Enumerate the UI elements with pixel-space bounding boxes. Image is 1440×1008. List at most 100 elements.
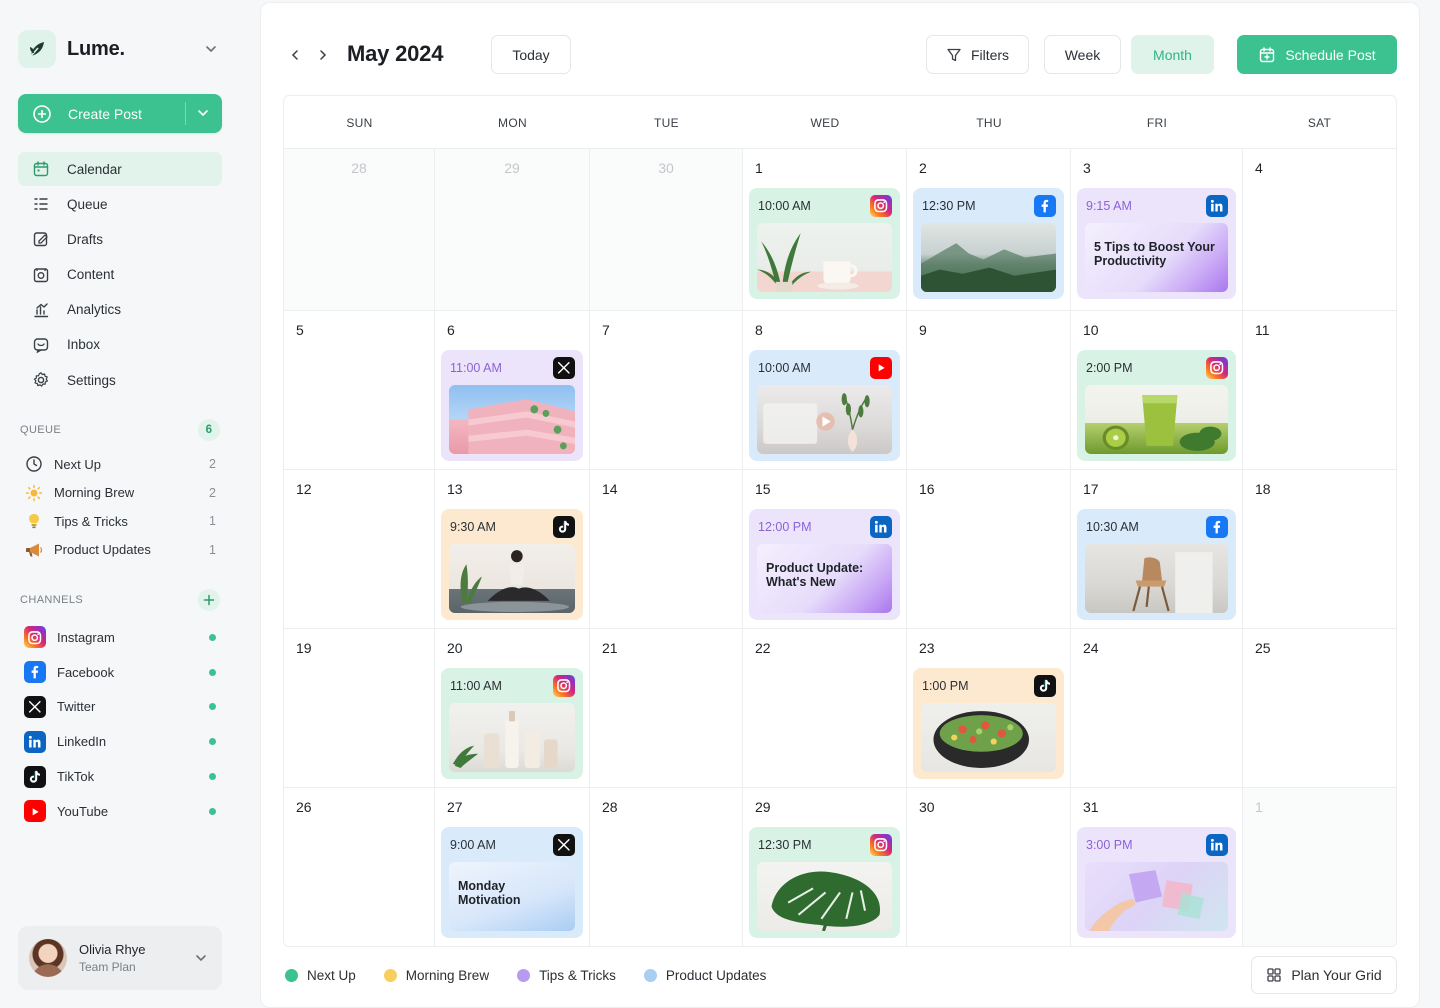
sidebar-item-content[interactable]: Content: [18, 258, 222, 292]
today-button[interactable]: Today: [491, 35, 571, 74]
day-cell[interactable]: 30: [590, 149, 743, 311]
scheduled-post-card[interactable]: 12:30 PM: [913, 188, 1064, 299]
day-cell[interactable]: 19: [284, 629, 435, 788]
add-channel-button[interactable]: [198, 589, 220, 611]
channel-status-dot: [209, 703, 216, 711]
scheduled-post-card[interactable]: 12:30 PM: [749, 827, 900, 938]
day-cell[interactable]: 30: [907, 788, 1071, 946]
queue-item[interactable]: Morning Brew 2: [24, 479, 220, 508]
day-cell[interactable]: 5: [284, 311, 435, 470]
sidebar-item-calendar[interactable]: Calendar: [18, 152, 222, 186]
scheduled-post-card[interactable]: 11:00 AM: [441, 350, 583, 461]
sidebar-item-drafts[interactable]: Drafts: [18, 222, 222, 256]
channel-item[interactable]: TikTok: [24, 759, 220, 794]
post-time: 1:00 PM: [922, 679, 969, 693]
day-cell[interactable]: 17 10:30 AM: [1071, 470, 1243, 629]
day-cell[interactable]: 2 12:30 PM: [907, 149, 1071, 311]
day-cell[interactable]: 26: [284, 788, 435, 946]
day-cell[interactable]: 23 1:00 PM: [907, 629, 1071, 788]
sun-icon: [24, 483, 44, 503]
channel-item[interactable]: LinkedIn: [24, 724, 220, 759]
day-cell[interactable]: 28: [284, 149, 435, 311]
day-number: 31: [1083, 799, 1099, 815]
channel-item[interactable]: Twitter: [24, 690, 220, 725]
scheduled-post-card[interactable]: 1:00 PM: [913, 668, 1064, 779]
queue-item[interactable]: Next Up 2: [24, 450, 220, 479]
queue-count: 2: [209, 457, 216, 472]
next-month-button[interactable]: [315, 47, 331, 63]
instagram-icon: [870, 834, 892, 856]
scheduled-post-card[interactable]: 9:30 AM: [441, 509, 583, 620]
scheduled-post-card[interactable]: 2:00 PM: [1077, 350, 1236, 461]
sidebar-item-settings[interactable]: Settings: [18, 363, 222, 397]
day-cell[interactable]: 3 9:15 AM 5 Tips to Boost Your Productiv…: [1071, 149, 1243, 311]
day-cell[interactable]: 21: [590, 629, 743, 788]
day-cell[interactable]: 16: [907, 470, 1071, 629]
grid-icon: [1266, 967, 1282, 983]
month-view-button[interactable]: Month: [1131, 35, 1214, 74]
create-post-label: Create Post: [68, 105, 142, 122]
day-cell[interactable]: 31 3:00 PM: [1071, 788, 1243, 946]
day-cell[interactable]: 1 10:00 AM: [743, 149, 907, 311]
weekday-label: THU: [976, 115, 1002, 130]
day-number: 27: [447, 799, 463, 815]
day-cell[interactable]: 29: [435, 149, 590, 311]
day-number: 23: [919, 640, 935, 656]
create-post-button[interactable]: Create Post: [18, 94, 222, 133]
scheduled-post-card[interactable]: 10:30 AM: [1077, 509, 1236, 620]
day-cell[interactable]: 12: [284, 470, 435, 629]
day-cell[interactable]: 4: [1243, 149, 1396, 311]
queue-item[interactable]: Tips & Tricks 1: [24, 507, 220, 536]
day-cell[interactable]: 18: [1243, 470, 1396, 629]
day-cell[interactable]: 7: [590, 311, 743, 470]
scheduled-post-card[interactable]: 10:00 AM: [749, 350, 900, 461]
day-cell[interactable]: 22: [743, 629, 907, 788]
scheduled-post-card[interactable]: 9:00 AM Monday Motivation: [441, 827, 583, 938]
chevron-down-icon[interactable]: [194, 951, 208, 965]
user-menu[interactable]: Olivia Rhye Team Plan: [18, 926, 222, 990]
sidebar-item-analytics[interactable]: Analytics: [18, 293, 222, 327]
day-cell[interactable]: 24: [1071, 629, 1243, 788]
queue-item[interactable]: Product Updates 1: [24, 536, 220, 565]
plan-your-grid-button[interactable]: Plan Your Grid: [1251, 956, 1397, 994]
day-cell[interactable]: 1: [1243, 788, 1396, 946]
scheduled-post-card[interactable]: 11:00 AM: [441, 668, 583, 779]
facebook-icon: [24, 661, 46, 684]
sidebar-item-inbox[interactable]: Inbox: [18, 328, 222, 362]
day-cell[interactable]: 20 11:00 AM: [435, 629, 590, 788]
scheduled-post-card[interactable]: 9:15 AM 5 Tips to Boost Your Productivit…: [1077, 188, 1236, 299]
day-cell[interactable]: 28: [590, 788, 743, 946]
scheduled-post-card[interactable]: 10:00 AM: [749, 188, 900, 299]
day-cell[interactable]: 11: [1243, 311, 1396, 470]
post-preview: Monday Motivation: [449, 862, 575, 931]
day-cell[interactable]: 13 9:30 AM: [435, 470, 590, 629]
weekday-label: SUN: [346, 115, 373, 130]
schedule-post-button[interactable]: Schedule Post: [1237, 35, 1397, 74]
channel-item[interactable]: Instagram: [24, 620, 220, 655]
day-cell[interactable]: 8 10:00 AM: [743, 311, 907, 470]
day-cell[interactable]: 10 2:00 PM: [1071, 311, 1243, 470]
create-post-dropdown-icon[interactable]: [196, 106, 210, 120]
week-view-button[interactable]: Week: [1044, 35, 1121, 74]
scheduled-post-card[interactable]: 3:00 PM: [1077, 827, 1236, 938]
channel-item[interactable]: Facebook: [24, 655, 220, 690]
day-cell[interactable]: 14: [590, 470, 743, 629]
channels-heading: CHANNELS: [20, 594, 84, 606]
channel-item[interactable]: YouTube: [24, 794, 220, 829]
day-cell[interactable]: 15 12:00 PM Product Update: What's New: [743, 470, 907, 629]
scheduled-post-card[interactable]: 12:00 PM Product Update: What's New: [749, 509, 900, 620]
filters-button[interactable]: Filters: [926, 35, 1029, 74]
calendar-plus-icon: [1258, 46, 1276, 64]
day-number: 16: [919, 481, 935, 497]
post-headline: Monday Motivation: [458, 879, 521, 907]
day-number: 24: [1083, 640, 1099, 656]
day-cell[interactable]: 27 9:00 AM Monday Motivation: [435, 788, 590, 946]
previous-month-button[interactable]: [287, 47, 303, 63]
day-cell[interactable]: 29 12:30 PM: [743, 788, 907, 946]
day-cell[interactable]: 6 11:00 AM: [435, 311, 590, 470]
workspace-switcher[interactable]: Lume.: [18, 30, 222, 68]
day-cell[interactable]: 25: [1243, 629, 1396, 788]
day-cell[interactable]: 9: [907, 311, 1071, 470]
sidebar-item-queue[interactable]: Queue: [18, 187, 222, 221]
chevron-down-icon[interactable]: [204, 42, 218, 56]
